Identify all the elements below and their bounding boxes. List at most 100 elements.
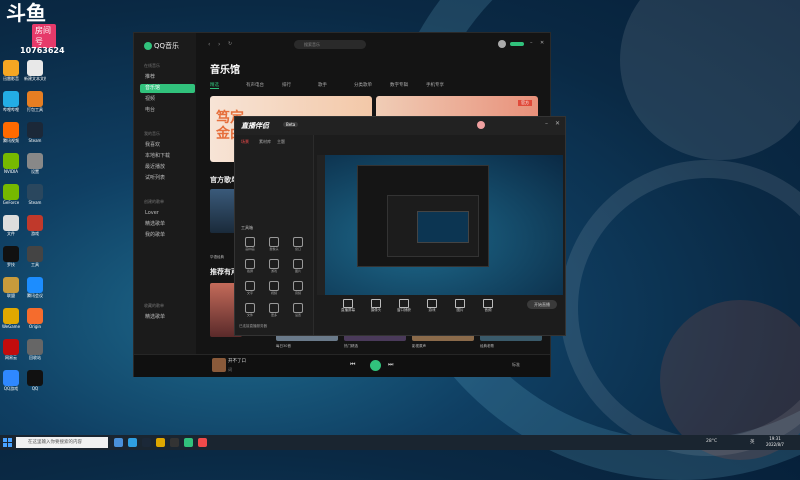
capture-source-button[interactable]: 窗口捕获 bbox=[393, 299, 415, 313]
folder-icon[interactable] bbox=[156, 438, 165, 447]
app-icon[interactable] bbox=[170, 438, 179, 447]
start-live-button[interactable]: 开始直播 bbox=[527, 300, 557, 309]
tab[interactable]: 分类歌单 bbox=[354, 82, 372, 88]
recorder-tab[interactable]: 主题 bbox=[277, 139, 285, 145]
tool-button[interactable]: 摄像头 bbox=[265, 237, 283, 251]
task-view-icon[interactable] bbox=[114, 438, 123, 447]
qq-music-icon[interactable] bbox=[184, 438, 193, 447]
desktop-shortcut[interactable]: 联盟 bbox=[0, 277, 22, 299]
desktop-shortcut-label: QQ游戏 bbox=[3, 386, 19, 391]
desktop-shortcut[interactable]: 工具 bbox=[24, 246, 46, 268]
forward-icon[interactable]: › bbox=[218, 41, 220, 48]
sidebar-item[interactable]: 视频 bbox=[140, 95, 195, 104]
desktop-shortcut[interactable]: Steam bbox=[24, 122, 46, 143]
clock[interactable]: 19:31 2022/8/7 bbox=[766, 436, 784, 448]
desktop-shortcut[interactable]: 打包工具 bbox=[24, 91, 46, 113]
windows-start-icon[interactable] bbox=[3, 438, 12, 447]
desktop-shortcut[interactable]: WeGame bbox=[0, 308, 22, 329]
desktop-shortcut[interactable]: 文件 bbox=[0, 215, 22, 237]
desktop-shortcut[interactable]: 腾讯视频 bbox=[0, 122, 22, 144]
play-button[interactable] bbox=[370, 360, 381, 371]
app-icon bbox=[3, 153, 19, 169]
quality-label[interactable]: 标准 bbox=[512, 362, 520, 368]
desktop-shortcut[interactable]: 罗技 bbox=[0, 246, 22, 268]
tab[interactable]: 排行 bbox=[282, 82, 291, 88]
desktop-shortcut[interactable]: 腾讯会议 bbox=[24, 277, 46, 299]
desktop-shortcut[interactable]: 迅雷影音 bbox=[0, 60, 22, 82]
desktop-shortcut[interactable]: QQ bbox=[24, 370, 46, 391]
desktop-shortcut[interactable]: GeForce bbox=[0, 184, 22, 205]
desktop-shortcut[interactable]: 游戏 bbox=[24, 215, 46, 237]
desktop-shortcut[interactable]: QQ游戏 bbox=[0, 370, 22, 392]
tab[interactable]: 数字专辑 bbox=[390, 82, 408, 88]
tool-button[interactable]: 图片 bbox=[289, 259, 307, 273]
toolbox-label: 工具箱 bbox=[241, 225, 253, 230]
edge-icon[interactable] bbox=[128, 438, 137, 447]
close-icon[interactable]: ✕ bbox=[555, 120, 560, 127]
tool-button[interactable]: 截屏 bbox=[241, 259, 259, 273]
user-avatar[interactable] bbox=[477, 121, 485, 129]
desktop-shortcut[interactable]: NVIDIA bbox=[0, 153, 22, 174]
qq-search-input[interactable]: 搜索音乐 bbox=[294, 40, 366, 49]
ime-indicator[interactable]: 英 bbox=[750, 439, 755, 445]
recorder-tab[interactable]: 素材库 bbox=[259, 139, 271, 145]
tool-button[interactable]: 文字 bbox=[241, 281, 259, 295]
minimize-icon[interactable]: – bbox=[545, 120, 548, 127]
desktop-shortcut[interactable]: Origin bbox=[24, 308, 46, 329]
sidebar-item[interactable]: 推荐 bbox=[140, 73, 195, 82]
tool-label: 更多 bbox=[270, 313, 277, 317]
sidebar-item[interactable]: 电台 bbox=[140, 106, 195, 115]
sidebar-item[interactable]: 我的歌单 bbox=[140, 231, 195, 240]
tool-button[interactable]: 音频 bbox=[289, 281, 307, 295]
taskbar-search-input[interactable]: 在这里输入你要搜索的内容 bbox=[16, 437, 108, 448]
desktop-shortcut[interactable]: 网易云 bbox=[0, 339, 22, 361]
refresh-icon[interactable]: ↻ bbox=[228, 41, 232, 47]
tool-button[interactable]: 游戏 bbox=[265, 259, 283, 273]
sidebar-item[interactable]: 精选歌单 bbox=[140, 220, 195, 229]
minimize-icon[interactable]: – bbox=[530, 40, 533, 46]
capture-source-button[interactable]: 摄像头 bbox=[365, 299, 387, 313]
back-icon[interactable]: ‹ bbox=[208, 41, 210, 48]
desktop-shortcut[interactable]: Steam bbox=[24, 184, 46, 205]
tool-button[interactable]: 更多 bbox=[265, 303, 283, 317]
tool-button[interactable]: 设置 bbox=[289, 303, 307, 317]
tab[interactable]: 歌手 bbox=[318, 82, 327, 88]
tab[interactable]: 手机专享 bbox=[426, 82, 444, 88]
recorder-icon[interactable] bbox=[198, 438, 207, 447]
album-cover[interactable] bbox=[212, 358, 226, 372]
sidebar-item[interactable]: 试听列表 bbox=[140, 174, 195, 183]
capture-source-button[interactable]: 图片 bbox=[449, 299, 471, 313]
stream-preview[interactable] bbox=[317, 155, 563, 295]
next-icon[interactable]: ⏭ bbox=[388, 361, 393, 369]
tab[interactable]: 有声电台 bbox=[246, 82, 264, 88]
capture-source-button[interactable]: 直播屏幕 bbox=[337, 299, 359, 313]
live-companion-window[interactable]: 直播伴侣 Beta – ✕ 场景 素材库 主题 工具箱 画中画 摄像头 窗口 截屏 游戏 图片… bbox=[234, 116, 566, 336]
desktop-shortcut-label: 新建文本文档 bbox=[24, 76, 46, 81]
prev-icon[interactable]: ⏮ bbox=[350, 361, 355, 369]
recorder-tab[interactable]: 场景 bbox=[241, 139, 249, 145]
sidebar-item[interactable]: 音乐馆 bbox=[140, 84, 195, 93]
tool-button[interactable]: 视频 bbox=[265, 281, 283, 295]
tab[interactable]: 精选 bbox=[210, 82, 219, 89]
tool-button[interactable]: 窗口 bbox=[289, 237, 307, 251]
desktop-shortcut-label: 回收站 bbox=[29, 355, 41, 360]
desktop-shortcut[interactable]: 回收站 bbox=[24, 339, 46, 361]
tool-button[interactable]: 画中画 bbox=[241, 237, 259, 251]
weather-label[interactable]: 28°C bbox=[706, 439, 717, 444]
sidebar-item[interactable]: 我喜欢 bbox=[140, 141, 195, 150]
tool-button[interactable]: 文件 bbox=[241, 303, 259, 317]
sidebar-item[interactable]: 本地和下载 bbox=[140, 152, 195, 161]
desktop-shortcut[interactable]: 新建文本文档 bbox=[24, 60, 46, 82]
desktop-shortcut[interactable]: 哔哩哔哩 bbox=[0, 91, 22, 113]
recorder-header: 直播伴侣 Beta – ✕ bbox=[235, 117, 565, 135]
tool-icon bbox=[293, 237, 303, 247]
sidebar-item[interactable]: 精选歌单 bbox=[140, 313, 195, 322]
steam-icon[interactable] bbox=[142, 438, 151, 447]
sidebar-item[interactable]: Lover bbox=[140, 209, 195, 218]
close-icon[interactable]: ✕ bbox=[540, 40, 544, 46]
sidebar-item[interactable]: 最近播放 bbox=[140, 163, 195, 172]
capture-source-button[interactable]: 音频 bbox=[477, 299, 499, 313]
avatar[interactable] bbox=[498, 40, 506, 48]
capture-source-button[interactable]: 游戏 bbox=[421, 299, 443, 313]
desktop-shortcut[interactable]: 设置 bbox=[24, 153, 46, 175]
